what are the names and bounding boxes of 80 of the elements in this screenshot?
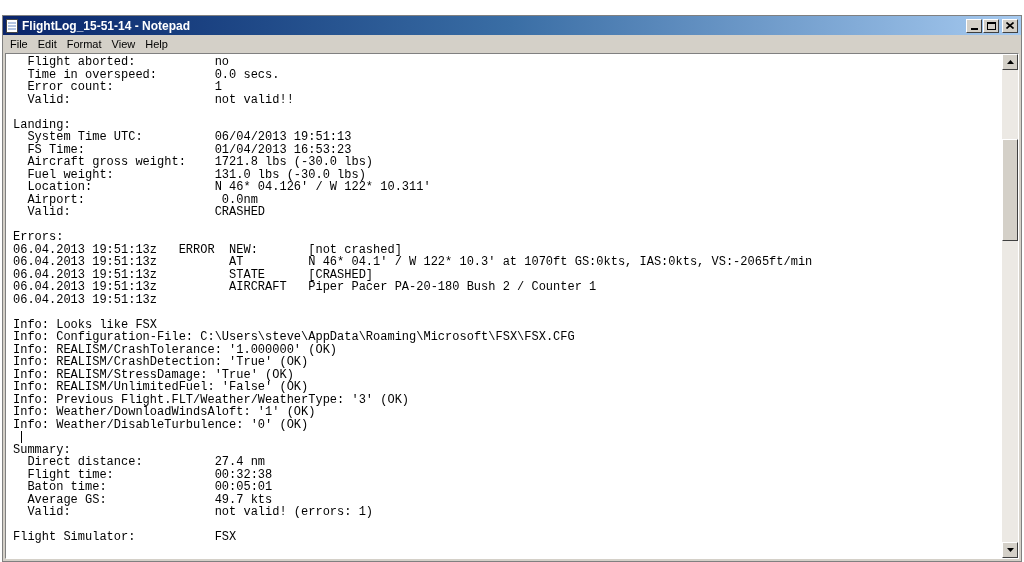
timestamp: 06.04.2013 19:51:13z	[13, 281, 159, 294]
field-label: FS Time:	[26, 143, 86, 156]
field-label: System Time UTC:	[27, 131, 144, 144]
maximize-button[interactable]	[983, 18, 999, 33]
field-value: 1	[214, 81, 222, 94]
text-line: Info: Configuration-File: C:\Users\steve\AppData\Roaming\Microsoft\FSX\FSX.CFG	[13, 331, 575, 344]
field-label: Flight Simulator:	[13, 531, 137, 544]
text-line: Info: REALISM/StressDamage: 'True' (OK)	[13, 368, 294, 381]
field-label: Fuel weight:	[26, 168, 114, 181]
minimize-button[interactable]	[966, 18, 982, 33]
field-value: 27.4 nm	[214, 456, 266, 469]
text-line: Landing:	[13, 118, 71, 131]
text-line: Info: Previous Flight.FLT/Weather/WeatherType: '3' (OK)	[13, 393, 410, 406]
window-title: FlightLog_15-51-14 - Notepad	[22, 17, 191, 35]
error-value: Piper Pacer PA-20-180 Bush 2 / Counter 1	[308, 281, 597, 294]
field-label: Valid:	[26, 506, 71, 519]
field-value: 06/04/2013 19:51:13	[214, 131, 352, 144]
field-value: 00:32:38	[214, 468, 273, 481]
text-line: Info: Weather/DisableTurbulence: '0' (OK)	[13, 418, 309, 431]
field-value: CRASHED	[214, 206, 266, 219]
timestamp: 06.04.2013 19:51:13z	[13, 293, 159, 306]
field-label: Baton time:	[26, 481, 108, 494]
text-line: Summary:	[13, 443, 71, 456]
menu-item[interactable]: View	[106, 35, 141, 53]
field-value: not valid! (errors: 1)	[214, 506, 374, 519]
text-line: Info: REALISM/CrashDetection: 'True' (OK)	[13, 356, 309, 369]
error-value: N 46* 04.1' / W 122* 10.3' at 1070ft GS:0kts, IAS:0kts, VS:-2065ft/min	[308, 256, 813, 269]
down-arrow-icon	[1006, 548, 1014, 552]
field-label: Time in overspeed:	[26, 68, 159, 81]
field-value: 49.7 kts	[214, 493, 273, 506]
text-line: Errors:	[13, 231, 64, 244]
error-field: NEW:	[229, 243, 309, 256]
field-value: 0.0nm	[221, 193, 258, 206]
timestamp: 06.04.2013 19:51:13z	[13, 268, 159, 281]
field-label: Valid:	[26, 93, 72, 106]
field-label: Error count:	[26, 81, 114, 94]
error-field: AIRCRAFT	[229, 281, 309, 294]
field-label: Aircraft gross weight:	[26, 156, 187, 169]
menu-item[interactable]: Help	[140, 35, 173, 53]
error-field: STATE	[229, 268, 309, 281]
field-value: N 46* 04.126' / W 122* 10.311'	[214, 181, 431, 194]
field-value: no	[214, 56, 230, 69]
text-line: Info: REALISM/CrashTolerance: '1.000000' (OK)	[13, 343, 338, 356]
field-value: 00:05:01	[214, 481, 273, 494]
field-value: 01/04/2013 16:53:23	[214, 143, 352, 156]
field-value: not valid!!	[214, 93, 294, 106]
text-cursor	[21, 431, 22, 443]
error-value: [CRASHED]	[308, 268, 374, 281]
field-label: Direct distance:	[27, 456, 144, 469]
field-value: 1721.8 lbs (-30.0 lbs)	[214, 156, 374, 169]
field-value: FSX	[214, 531, 237, 544]
field-label: Flight aborted:	[26, 56, 137, 69]
notepad-icon	[6, 18, 18, 33]
field-label: Flight time:	[26, 468, 115, 481]
scroll-thumb[interactable]	[1002, 139, 1018, 241]
timestamp: 06.04.2013 19:51:13z	[13, 243, 159, 256]
scroll-up-button[interactable]	[1002, 54, 1018, 70]
error-value: [not crashed]	[308, 243, 402, 256]
field-label: Average GS:	[26, 493, 108, 506]
text-line: Info: Looks like FSX	[13, 318, 158, 331]
maximize-icon	[986, 21, 996, 30]
field-value: 131.0 lbs (-30.0 lbs)	[214, 168, 366, 181]
error-field: AT	[229, 256, 309, 269]
menu-item[interactable]: Edit	[32, 35, 62, 53]
error-type: ERROR	[178, 243, 216, 256]
text-line: Info: REALISM/UnlimitedFuel: 'False' (OK)	[13, 381, 309, 394]
menu-item[interactable]: File	[5, 35, 33, 53]
text-line: Info: Weather/DownloadWindsAloft: '1' (OK)	[13, 406, 316, 419]
field-value: 0.0 secs.	[214, 68, 280, 81]
field-label: Location:	[26, 181, 93, 194]
field-label: Airport:	[26, 193, 86, 206]
minimize-icon	[970, 27, 978, 30]
field-label: Valid:	[26, 206, 71, 219]
menu-item[interactable]: Format	[61, 35, 107, 53]
close-icon	[1006, 22, 1014, 29]
scrollbar[interactable]	[1002, 54, 1018, 558]
timestamp: 06.04.2013 19:51:13z	[13, 256, 159, 269]
up-arrow-icon	[1006, 60, 1014, 64]
scroll-down-button[interactable]	[1002, 542, 1018, 558]
close-button[interactable]	[1002, 18, 1018, 33]
